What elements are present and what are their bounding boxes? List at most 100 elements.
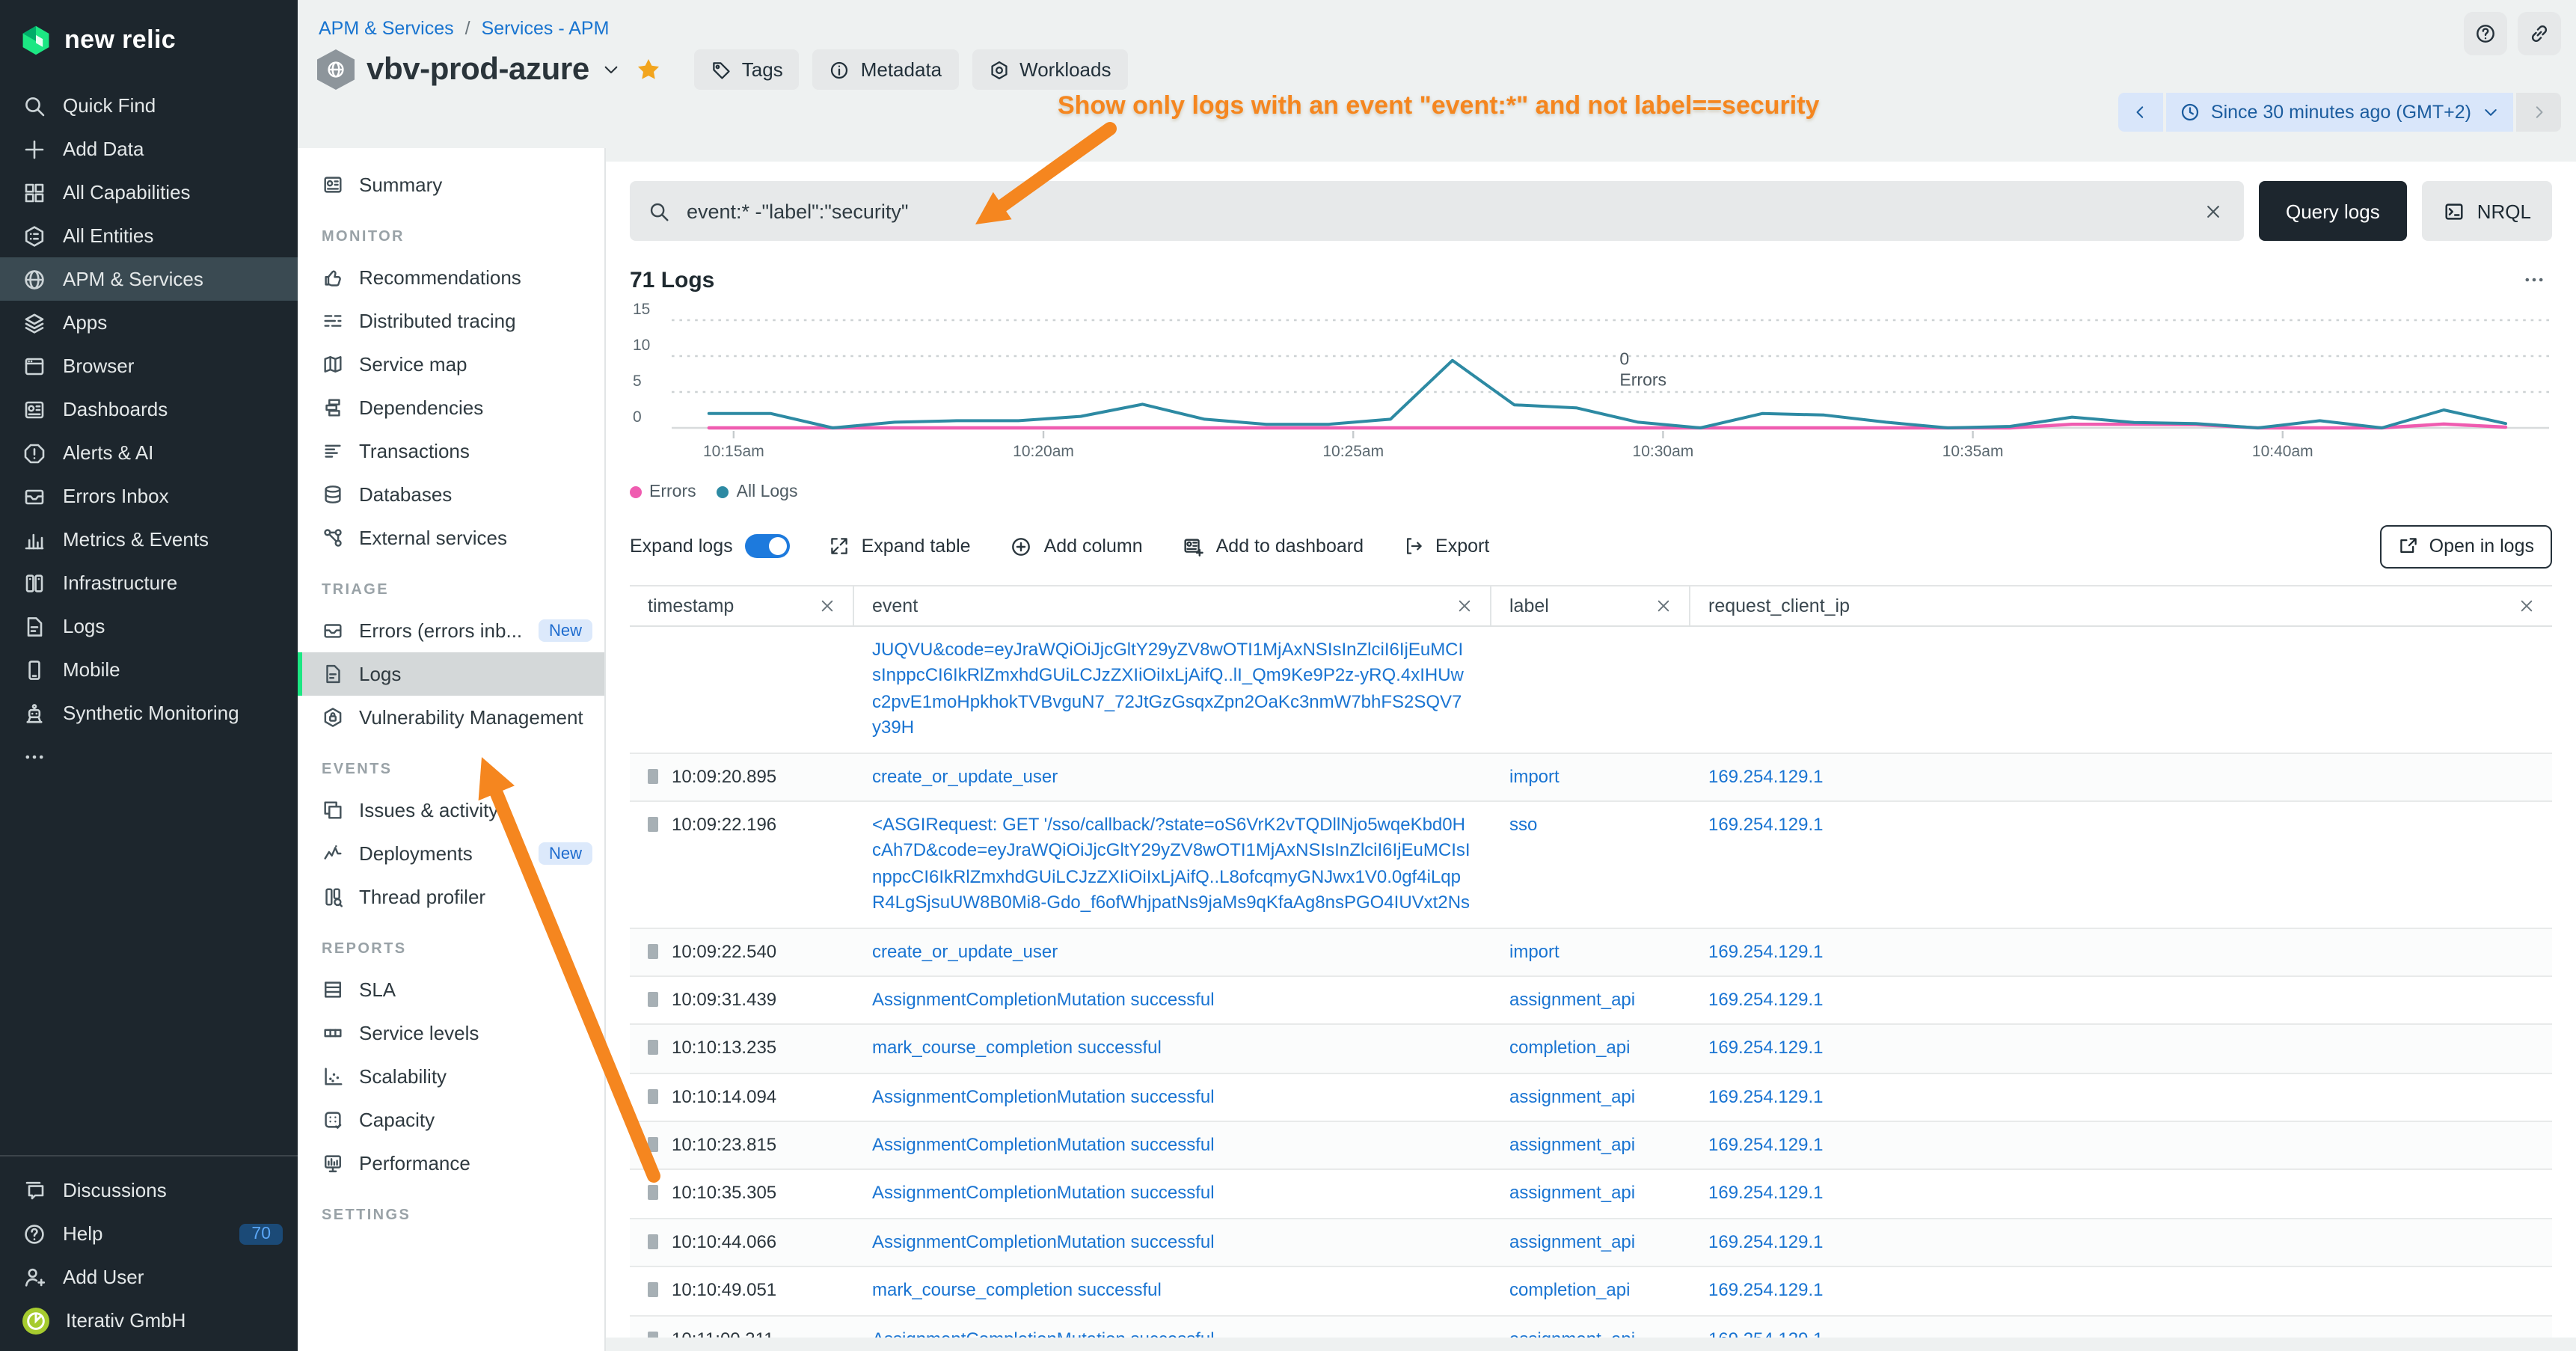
legend-item-errors[interactable]: Errors (630, 483, 696, 501)
cell-label-link[interactable]: completion_api (1509, 1038, 1630, 1059)
sidebar-item-dots[interactable] (0, 735, 298, 778)
entity-switcher-chevron-icon[interactable] (601, 60, 621, 79)
subnav-item-summary[interactable]: Summary (298, 163, 604, 206)
cell-event-link[interactable]: create_or_update_user (872, 940, 1058, 961)
cell-ip-link[interactable]: 169.254.129.1 (1708, 989, 1824, 1010)
expand-logs-toggle[interactable] (745, 534, 790, 558)
logs-query-input[interactable] (684, 198, 2187, 224)
subnav-item-thread-profiler[interactable]: Thread profiler (298, 875, 604, 919)
cell-ip-link[interactable]: 169.254.129.1 (1708, 814, 1824, 835)
time-range-button[interactable]: Since 30 minutes ago (GMT+2) (2166, 93, 2513, 132)
help-circle-button[interactable] (2464, 12, 2507, 55)
table-row[interactable]: 10:10:23.815AssignmentCompletionMutation… (630, 1122, 2552, 1171)
table-row[interactable]: 10:10:49.051mark_course_completion succe… (630, 1268, 2552, 1317)
sidebar-item-synthetic-monitoring[interactable]: Synthetic Monitoring (0, 691, 298, 735)
cell-event-link[interactable]: JUQVU&code=eyJraWQiOiJjcGltY29yZV8wOTI1M… (872, 639, 1464, 738)
sidebar-item-apps[interactable]: Apps (0, 301, 298, 344)
cell-event-link[interactable]: <ASGIRequest: GET '/sso/callback/?state=… (872, 814, 1471, 913)
table-row[interactable]: 10:10:44.066AssignmentCompletionMutation… (630, 1219, 2552, 1268)
table-row[interactable]: JUQVU&code=eyJraWQiOiJjcGltY29yZV8wOTI1M… (630, 627, 2552, 753)
sidebar-item-logs[interactable]: Logs (0, 604, 298, 648)
cell-ip-link[interactable]: 169.254.129.1 (1708, 1231, 1824, 1252)
sidebar-item-errors-inbox[interactable]: Errors Inbox (0, 474, 298, 518)
add-to-dashboard-button[interactable]: Add to dashboard (1182, 535, 1364, 557)
cell-event-link[interactable]: AssignmentCompletionMutation successful (872, 989, 1215, 1010)
workloads-button[interactable]: Workloads (972, 49, 1127, 90)
cell-ip-link[interactable]: 169.254.129.1 (1708, 1134, 1824, 1155)
table-row[interactable]: 10:11:00.311AssignmentCompletionMutation… (630, 1316, 2552, 1338)
sidebar-item-add-data[interactable]: Add Data (0, 127, 298, 171)
breadcrumb-link-apm-services[interactable]: APM & Services (319, 18, 454, 39)
breadcrumb-link-services-apm[interactable]: Services - APM (482, 18, 610, 39)
subnav-item-distributed-tracing[interactable]: Distributed tracing (298, 299, 604, 343)
sidebar-item-infrastructure[interactable]: Infrastructure (0, 561, 298, 604)
cell-ip-link[interactable]: 169.254.129.1 (1708, 1085, 1824, 1106)
cell-event-link[interactable]: AssignmentCompletionMutation successful (872, 1183, 1215, 1204)
sidebar-item-add-user[interactable]: Add User (0, 1255, 298, 1299)
legend-item-all-logs[interactable]: All Logs (717, 483, 798, 501)
logs-chart[interactable]: 05101510:15am10:20am10:25am10:30am10:35a… (630, 301, 2552, 477)
cell-label-link[interactable]: assignment_api (1509, 1134, 1635, 1155)
subnav-item-external-services[interactable]: External services (298, 516, 604, 560)
remove-label-column-button[interactable] (1653, 595, 1674, 616)
cell-event-link[interactable]: mark_course_completion successful (872, 1280, 1162, 1301)
table-row[interactable]: 10:09:22.196<ASGIRequest: GET '/sso/call… (630, 802, 2552, 928)
cell-label-link[interactable]: completion_api (1509, 1280, 1630, 1301)
subnav-item-service-levels[interactable]: Service levels (298, 1011, 604, 1055)
subnav-item-service-map[interactable]: Service map (298, 343, 604, 386)
subnav-item-capacity[interactable]: Capacity (298, 1098, 604, 1142)
cell-event-link[interactable]: AssignmentCompletionMutation successful (872, 1231, 1215, 1252)
sidebar-item-metrics-events[interactable]: Metrics & Events (0, 518, 298, 561)
add-column-button[interactable]: Add column (1010, 535, 1143, 557)
sidebar-item-alerts-ai[interactable]: Alerts & AI (0, 431, 298, 474)
cell-event-link[interactable]: create_or_update_user (872, 765, 1058, 786)
table-row[interactable]: 10:10:13.235mark_course_completion succe… (630, 1026, 2552, 1074)
cell-label-link[interactable]: assignment_api (1509, 1085, 1635, 1106)
cell-event-link[interactable]: AssignmentCompletionMutation successful (872, 1328, 1215, 1338)
sidebar-item-browser[interactable]: Browser (0, 344, 298, 387)
cell-ip-link[interactable]: 169.254.129.1 (1708, 765, 1824, 786)
table-row[interactable]: 10:10:35.305AssignmentCompletionMutation… (630, 1171, 2552, 1219)
cell-label-link[interactable]: assignment_api (1509, 1328, 1635, 1338)
table-row[interactable]: 10:09:31.439AssignmentCompletionMutation… (630, 977, 2552, 1026)
sidebar-item-quick-find[interactable]: Quick Find (0, 84, 298, 127)
remove-timestamp-column-button[interactable] (817, 595, 838, 616)
new-relic-logo[interactable]: new relic (0, 0, 298, 60)
cell-ip-link[interactable]: 169.254.129.1 (1708, 1280, 1824, 1301)
export-button[interactable]: Export (1402, 536, 1489, 557)
open-in-logs-button[interactable]: Open in logs (2380, 524, 2552, 568)
sidebar-item-help[interactable]: Help70 (0, 1212, 298, 1255)
remove-event-column-button[interactable] (1454, 595, 1475, 616)
subnav-item-scalability[interactable]: Scalability (298, 1055, 604, 1098)
panel-menu-button[interactable] (2516, 265, 2552, 295)
cell-ip-link[interactable]: 169.254.129.1 (1708, 940, 1824, 961)
cell-event-link[interactable]: AssignmentCompletionMutation successful (872, 1134, 1215, 1155)
sidebar-item-dashboards[interactable]: Dashboards (0, 387, 298, 431)
cell-label-link[interactable]: import (1509, 940, 1560, 961)
subnav-item-deployments[interactable]: DeploymentsNew (298, 832, 604, 875)
subnav-item-databases[interactable]: Databases (298, 473, 604, 516)
metadata-button[interactable]: Metadata (813, 49, 958, 90)
cell-ip-link[interactable]: 169.254.129.1 (1708, 1038, 1824, 1059)
remove-request-client-ip-column-button[interactable] (2516, 595, 2537, 616)
subnav-item-issues-activity[interactable]: Issues & activity (298, 788, 604, 832)
tags-button[interactable]: Tags (694, 49, 800, 90)
sidebar-item-all-capabilities[interactable]: All Capabilities (0, 171, 298, 214)
table-row[interactable]: 10:10:14.094AssignmentCompletionMutation… (630, 1073, 2552, 1122)
subnav-item-errors-errors-inb[interactable]: Errors (errors inb...New (298, 609, 604, 652)
sidebar-item-mobile[interactable]: Mobile (0, 648, 298, 691)
sidebar-item-iterativ-gmbh[interactable]: Iterativ GmbH (0, 1299, 298, 1342)
cell-label-link[interactable]: assignment_api (1509, 1183, 1635, 1204)
table-row[interactable]: 10:09:22.540create_or_update_userimport1… (630, 928, 2552, 977)
subnav-item-performance[interactable]: Performance (298, 1142, 604, 1185)
sidebar-item-discussions[interactable]: Discussions (0, 1168, 298, 1212)
time-back-button[interactable] (2118, 93, 2163, 132)
subnav-item-vulnerability-management[interactable]: Vulnerability Management (298, 696, 604, 739)
subnav-item-logs[interactable]: Logs (298, 652, 604, 696)
cell-event-link[interactable]: AssignmentCompletionMutation successful (872, 1085, 1215, 1106)
expand-table-button[interactable]: Expand table (829, 536, 971, 557)
subnav-item-recommendations[interactable]: Recommendations (298, 256, 604, 299)
sidebar-item-apm-services[interactable]: APM & Services (0, 257, 298, 301)
cell-ip-link[interactable]: 169.254.129.1 (1708, 1328, 1824, 1338)
clear-query-button[interactable] (2201, 198, 2226, 224)
